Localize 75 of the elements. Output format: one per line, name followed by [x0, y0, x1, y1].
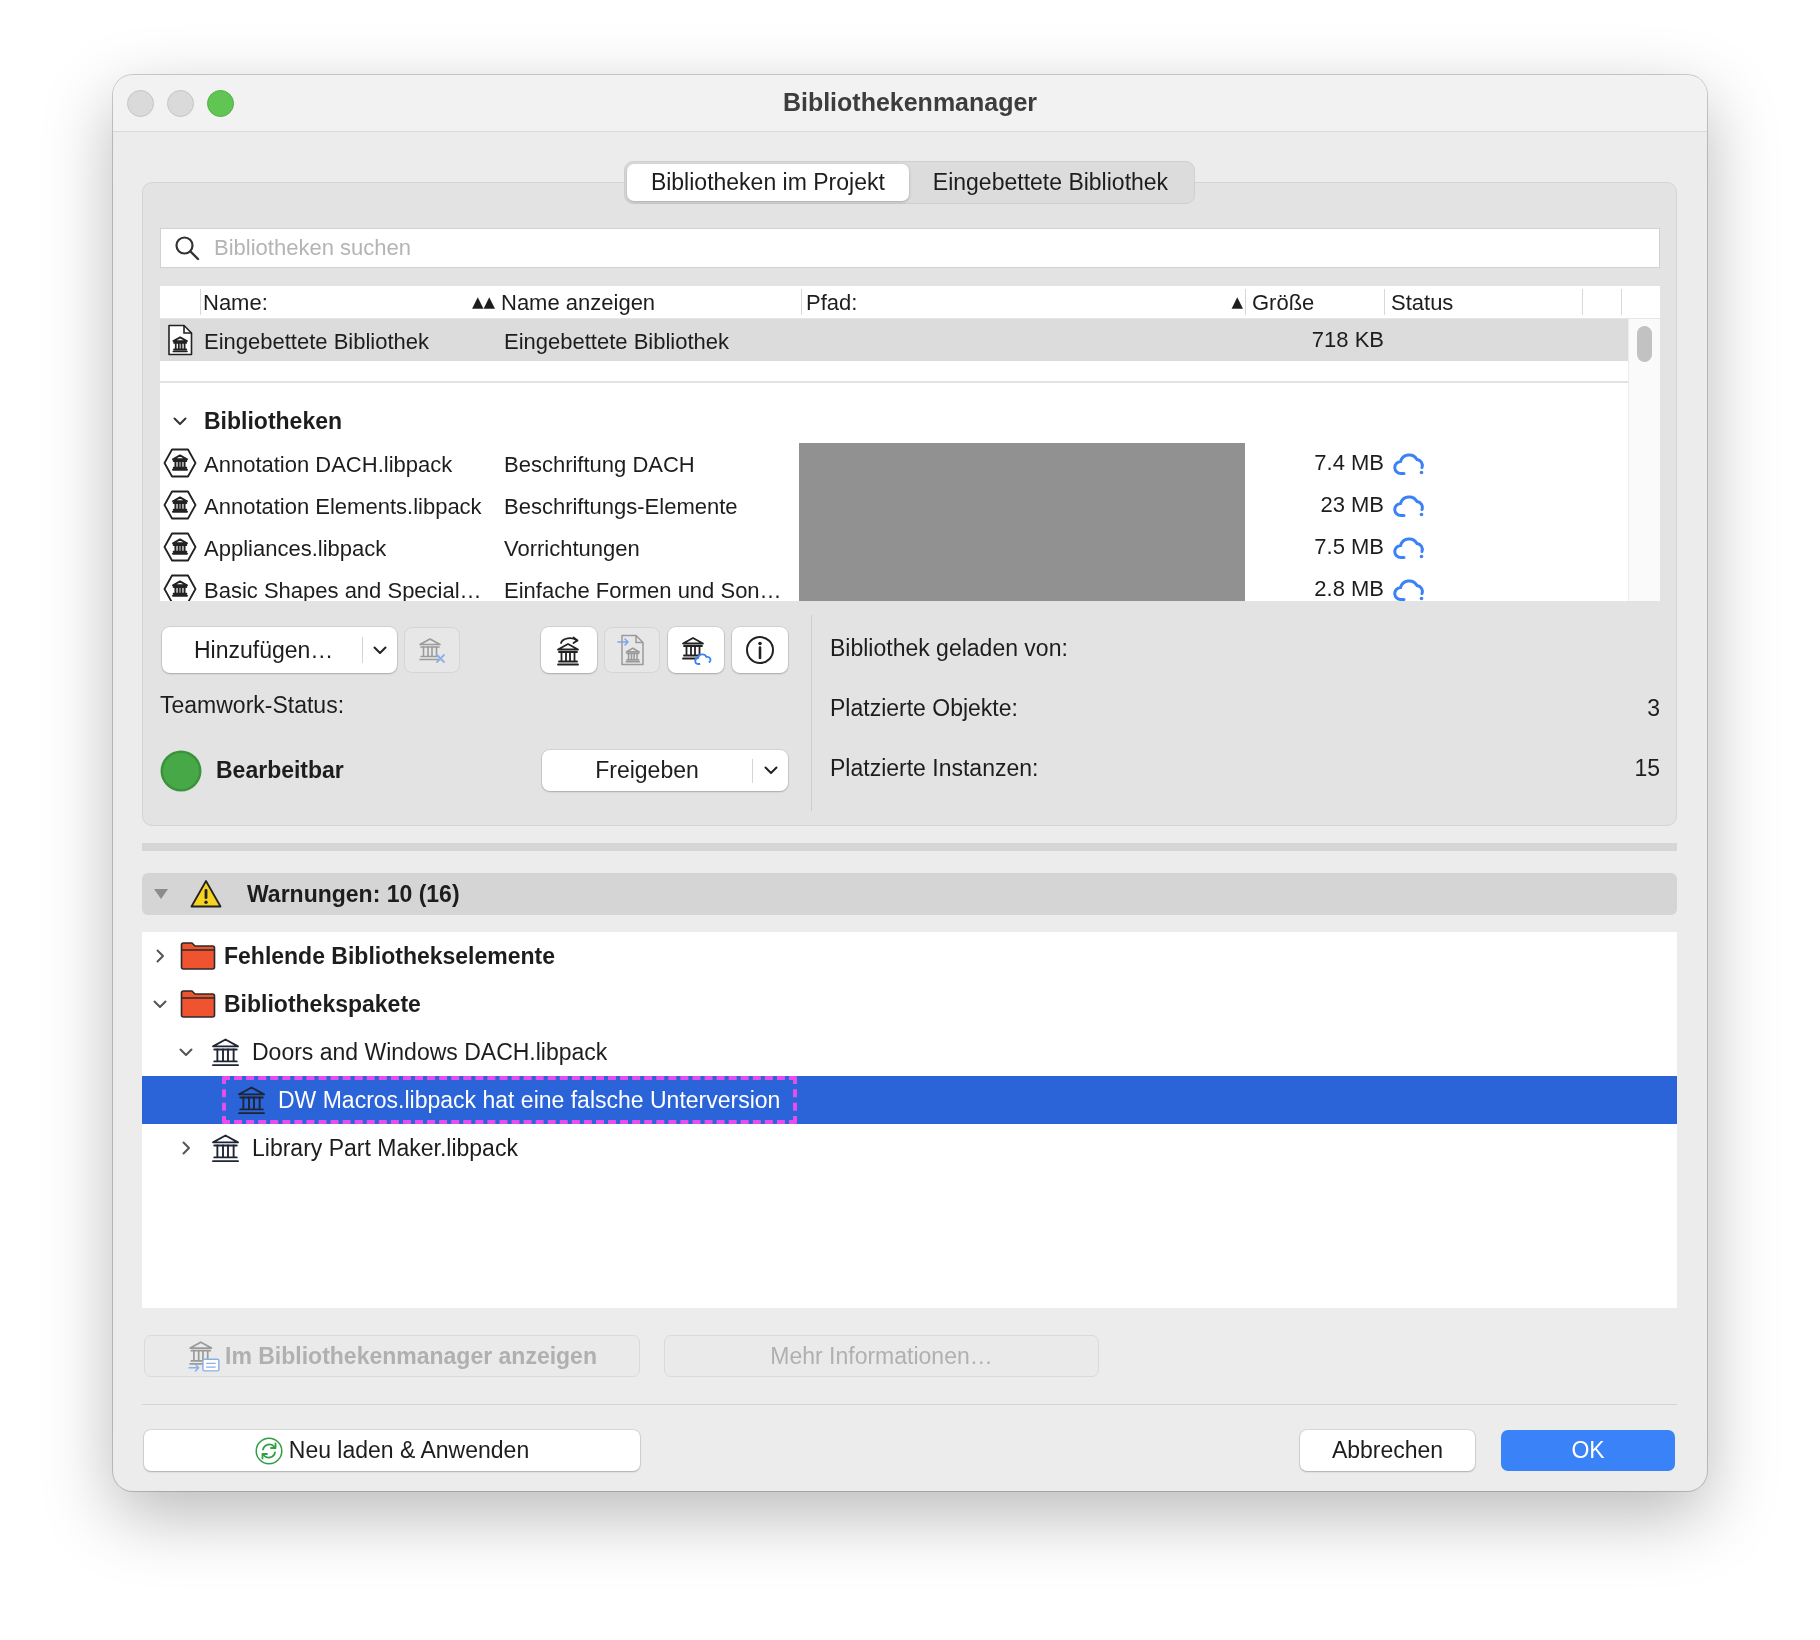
- hexagon-bank-icon: [163, 532, 197, 562]
- column-header[interactable]: Name anzeigen: [501, 286, 656, 319]
- table-cell: 718 KB: [1311, 330, 1384, 350]
- detail-label: Bibliothek geladen von:: [830, 633, 1068, 663]
- table-cell: Annotation DACH.libpack: [204, 454, 453, 475]
- table-cell: Appliances.libpack: [204, 538, 387, 559]
- tab[interactable]: Bibliotheken im Projekt: [626, 164, 909, 201]
- tool-button[interactable]: [668, 627, 724, 673]
- scrollbar-thumb[interactable]: [1637, 326, 1652, 362]
- hexagon-bank-icon: [163, 490, 197, 520]
- table-cell: Annotation Elements.libpack: [204, 496, 482, 517]
- bank-icon: [210, 1133, 241, 1163]
- table-cell: 2.8 MB: [1314, 579, 1384, 599]
- column-header[interactable]: Name:: [203, 286, 268, 319]
- folder-icon: [180, 941, 216, 971]
- cancel-button[interactable]: Abbrechen: [1300, 1430, 1475, 1471]
- search-field[interactable]: Bibliotheken suchen: [160, 228, 1660, 268]
- column-header[interactable]: Pfad:: [806, 286, 858, 319]
- search-icon: [174, 235, 200, 261]
- window-title: Bibliothekenmanager: [782, 87, 1038, 119]
- tree-item[interactable]: Doors and Windows DACH.libpack: [142, 1028, 1677, 1076]
- hexagon-bank-icon: [163, 448, 197, 478]
- table-cell: Eingebettete Bibliothek: [204, 331, 430, 352]
- tree-item[interactable]: Fehlende Bibliothekselemente: [142, 932, 1677, 980]
- column-header[interactable]: Status: [1391, 286, 1454, 319]
- teamwork-state: Bearbeitbar: [216, 756, 344, 786]
- minimize-button[interactable]: [167, 89, 194, 117]
- bank-list-icon: [187, 1339, 222, 1373]
- sort-indicator[interactable]: ▲▲: [471, 294, 495, 310]
- ok-button[interactable]: OK: [1501, 1430, 1675, 1471]
- table-cell: 7.5 MB: [1314, 537, 1384, 557]
- detail-label: Platzierte Instanzen:: [830, 753, 1039, 783]
- detail-value: 15: [1634, 753, 1660, 783]
- table-cell: Eingebettete Bibliothek: [504, 331, 730, 352]
- detail-label: Platzierte Objekte:: [830, 693, 1018, 723]
- group-header[interactable]: Bibliotheken: [160, 400, 1628, 442]
- warning-icon: [190, 879, 222, 909]
- tab[interactable]: Eingebettete Bibliothek: [908, 164, 1193, 201]
- table-cell: 23 MB: [1320, 495, 1384, 515]
- tree-item[interactable]: Library Part Maker.libpack: [142, 1124, 1677, 1172]
- column-header[interactable]: Größe: [1252, 286, 1315, 319]
- table-cell: Einfache Formen und Son…: [504, 580, 782, 601]
- warnings-title: Warnungen: 10 (16): [247, 879, 460, 909]
- share-popup-button[interactable]: Freigeben: [542, 750, 788, 791]
- warnings-header[interactable]: Warnungen: 10 (16): [142, 873, 1677, 915]
- close-button[interactable]: [127, 89, 154, 117]
- chevron-down-icon: [373, 645, 387, 655]
- folder-icon: [180, 989, 216, 1019]
- table-cell: 7.4 MB: [1314, 453, 1384, 473]
- scrollbar-track[interactable]: [1628, 319, 1660, 601]
- zoom-button[interactable]: [207, 89, 234, 117]
- bank-icon: [210, 1037, 241, 1067]
- table-row[interactable]: Eingebettete Bibliothek Eingebettete Bibliothek 718 KB: [160, 319, 1628, 361]
- status-dot-icon: [160, 749, 202, 792]
- add-popup-button[interactable]: Hinzufügen…: [162, 627, 397, 673]
- bank-cloud-icon: [680, 634, 712, 666]
- reload-button[interactable]: Neu laden & Anwenden: [144, 1430, 640, 1471]
- document-bank-icon: [167, 324, 193, 356]
- document-arrow-icon: [617, 634, 647, 666]
- bank-cross-icon: [417, 635, 447, 665]
- chevron-down-icon: [764, 766, 778, 775]
- hexagon-bank-icon: [163, 574, 197, 601]
- info-icon: [745, 635, 775, 665]
- tool-button[interactable]: [732, 627, 788, 673]
- sort-indicator[interactable]: ▲: [1231, 294, 1243, 310]
- tree-item[interactable]: Bibliothekspakete: [142, 980, 1677, 1028]
- tree-item[interactable]: DW Macros.libpack hat eine falsche Unterversion: [142, 1076, 1677, 1124]
- table-cell: Vorrichtungen: [504, 538, 640, 559]
- refresh-icon: [254, 1436, 283, 1465]
- table-cell: Beschriftung DACH: [504, 454, 695, 475]
- table-cell: Beschriftungs-Elemente: [504, 496, 738, 517]
- tool-button[interactable]: [541, 627, 597, 673]
- teamwork-label: Teamwork-Status:: [160, 692, 345, 719]
- bank-icon: [236, 1085, 267, 1115]
- detail-value: 3: [1647, 693, 1660, 723]
